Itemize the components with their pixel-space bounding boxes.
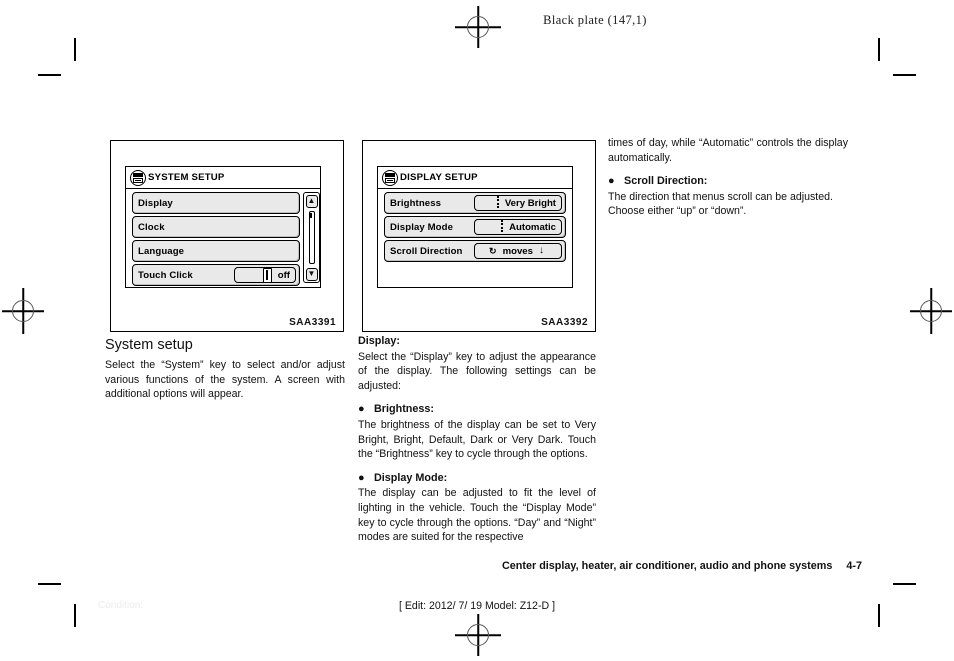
scroll-up-button[interactable]: ▲	[305, 194, 318, 208]
bullet-body-scroll-direction: The direction that menus scroll can be a…	[608, 190, 833, 218]
column-left: System setup Select the “System” key to …	[105, 336, 345, 402]
menu-item-touch-click[interactable]: Touch Click off	[132, 264, 300, 286]
screen-titlebar: SYSTEM SETUP	[126, 167, 320, 189]
section-body-continuation: times of day, while “Automatic” controls…	[608, 137, 848, 164]
menu-item-brightness[interactable]: Brightness Very Bright	[384, 192, 566, 214]
bullet-title-brightness: Brightness:	[374, 403, 434, 416]
menu-item-label: Touch Click	[138, 269, 193, 281]
scrollbar[interactable]: ▲ ▼	[303, 192, 320, 283]
device-screen-system-setup: SYSTEM SETUP Display Clock Language Touc…	[125, 166, 321, 288]
bullet-marker-icon: ●	[608, 175, 615, 188]
section-body-display-intro: Select the “Display” key to adjust the a…	[358, 350, 596, 392]
bullet-marker-icon: ●	[358, 403, 365, 416]
bullet-title-scroll-direction: Scroll Direction:	[624, 175, 708, 188]
bullet-marker-icon: ●	[358, 471, 365, 484]
condition-watermark: Condition:	[98, 600, 144, 611]
system-setup-icon	[130, 169, 146, 186]
menu-item-clock[interactable]: Clock	[132, 216, 300, 238]
menu-item-label: Clock	[138, 221, 165, 233]
display-setup-icon	[382, 169, 398, 186]
cycle-icon: ↻	[489, 245, 497, 256]
bullet-body-display-mode: The display can be adjusted to fit the l…	[358, 487, 596, 544]
figure-code: SAA3392	[541, 317, 588, 328]
crop-mark-bottom-right-horizontal	[893, 583, 916, 585]
menu-list-system-setup: Display Clock Language Touch Click off	[132, 192, 300, 288]
crop-mark-bottom-left-horizontal	[38, 583, 61, 585]
menu-item-label: Scroll Direction	[390, 245, 463, 257]
menu-item-scroll-direction[interactable]: Scroll Direction ↻ moves ↓	[384, 240, 566, 262]
scroll-down-button[interactable]: ▼	[305, 267, 318, 281]
bullet-display-mode: ● Display Mode:	[358, 471, 596, 486]
menu-item-display-mode[interactable]: Display Mode Automatic	[384, 216, 566, 238]
crop-mark-top-right-horizontal	[893, 74, 916, 76]
arrow-down-icon: ↓	[538, 245, 544, 256]
registration-mark-left	[2, 288, 44, 334]
crop-mark-top-left-vertical	[74, 38, 76, 61]
crop-mark-top-left-horizontal	[38, 74, 61, 76]
dotted-divider-icon	[501, 219, 505, 235]
scrollbar-track[interactable]	[308, 211, 315, 264]
screen-titlebar: DISPLAY SETUP	[378, 167, 572, 189]
slider-icon	[262, 267, 272, 283]
bullet-body-brightness: The brightness of the display can be set…	[358, 418, 596, 461]
menu-item-language[interactable]: Language	[132, 240, 300, 262]
crop-mark-top-right-vertical	[878, 38, 880, 61]
column-right: times of day, while “Automatic” controls…	[608, 136, 848, 219]
screen-title: DISPLAY SETUP	[400, 171, 478, 183]
scrollbar-thumb[interactable]	[310, 212, 313, 218]
dotted-divider-icon	[496, 195, 500, 211]
running-footer: Center display, heater, air conditioner,…	[0, 560, 954, 572]
bullet-scroll-direction: ● Scroll Direction:	[608, 174, 848, 189]
touch-click-value: off	[277, 269, 290, 281]
menu-item-label: Language	[138, 245, 185, 257]
menu-item-label: Brightness	[390, 197, 442, 209]
display-mode-value: Automatic	[509, 221, 556, 233]
menu-list-display-setup: Brightness Very Bright Display Mode Auto…	[384, 192, 566, 264]
triangle-down-icon: ▼	[307, 269, 316, 278]
edit-line: [ Edit: 2012/ 7/ 19 Model: Z12-D ]	[398, 600, 556, 612]
screen-title: SYSTEM SETUP	[148, 171, 225, 183]
black-plate-text: Black plate (147,1)	[543, 13, 647, 27]
device-screen-display-setup: DISPLAY SETUP Brightness Very Bright Dis…	[377, 166, 573, 288]
figure-code: SAA3391	[289, 317, 336, 328]
section-body-system-setup: Select the “System” key to select and/or…	[105, 359, 345, 401]
running-footer-title: Center display, heater, air conditioner,…	[502, 560, 833, 572]
black-plate-header: Black plate (147,1)	[0, 13, 954, 28]
brightness-value-button[interactable]: Very Bright	[474, 195, 562, 211]
touch-click-toggle[interactable]: off	[234, 267, 296, 283]
page-number: 4-7	[846, 560, 862, 572]
display-mode-value-button[interactable]: Automatic	[474, 219, 562, 235]
menu-item-display[interactable]: Display	[132, 192, 300, 214]
bullet-brightness: ● Brightness:	[358, 402, 596, 417]
menu-item-label: Display	[138, 197, 173, 209]
menu-item-label: Display Mode	[390, 221, 454, 233]
scroll-direction-value: moves	[502, 245, 533, 257]
manual-page: Black plate (147,1) SYSTEM SETUP Display…	[0, 0, 954, 661]
scroll-direction-value-button[interactable]: ↻ moves ↓	[474, 243, 562, 259]
registration-mark-bottom	[455, 614, 501, 656]
figure-display-setup: DISPLAY SETUP Brightness Very Bright Dis…	[362, 140, 596, 332]
bullet-title-display-mode: Display Mode:	[374, 471, 448, 484]
figure-system-setup: SYSTEM SETUP Display Clock Language Touc…	[110, 140, 344, 332]
column-middle: Display: Select the “Display” key to adj…	[358, 334, 596, 545]
section-heading-system-setup: System setup	[105, 337, 193, 353]
section-heading-display: Display:	[358, 335, 401, 347]
triangle-up-icon: ▲	[307, 196, 316, 205]
registration-mark-right	[910, 288, 952, 334]
brightness-value: Very Bright	[504, 197, 556, 209]
